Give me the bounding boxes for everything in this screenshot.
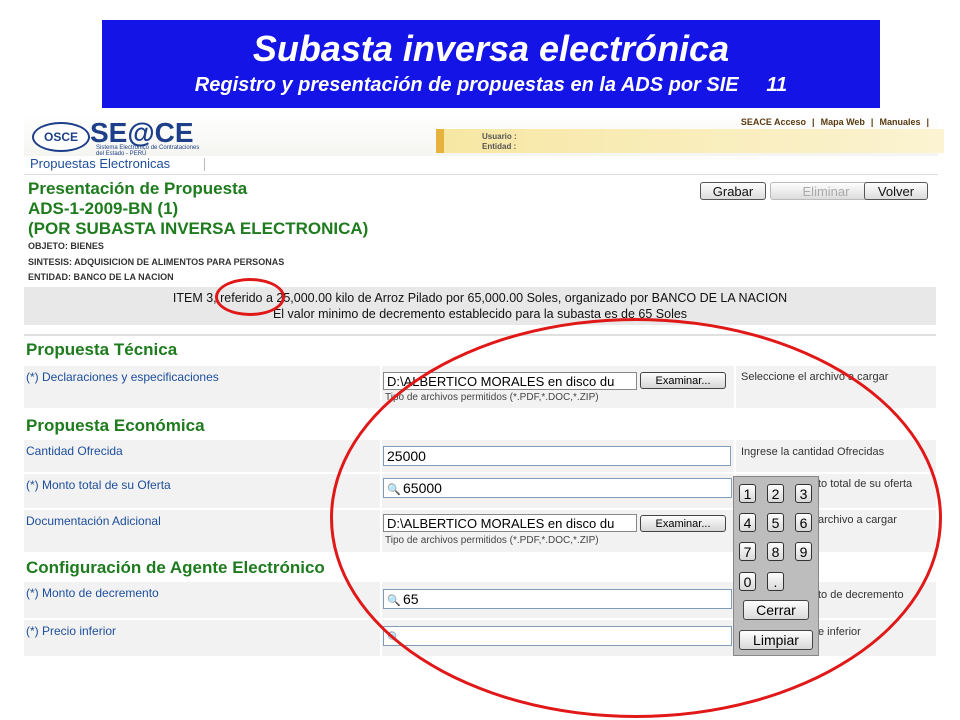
objeto-text: OBJETO: BIENES: [28, 241, 104, 251]
title-banner: Subasta inversa electrónica Registro y p…: [102, 20, 880, 108]
usuario-label: Usuario :: [482, 132, 517, 141]
page-title: Presentación de Propuesta: [28, 179, 248, 198]
tab-separator: [204, 158, 205, 171]
monto-oferta-label: (*) Monto total de su Oferta: [26, 478, 171, 492]
precio-inferior-label: (*) Precio inferior: [26, 624, 117, 638]
section-agente-electronico: Configuración de Agente Electrónico: [26, 558, 325, 577]
link-separator: |: [926, 117, 929, 127]
entidad-text: ENTIDAD: BANCO DE LA NACION: [28, 272, 174, 282]
link-manuales[interactable]: Manuales: [876, 117, 923, 127]
osce-logo-text: OSCE: [32, 122, 90, 152]
item-min-decrement: El valor minimo de decremento establecid…: [272, 307, 688, 321]
process-code: ADS-1-2009-BN (1): [28, 199, 179, 218]
save-button[interactable]: Grabar: [700, 182, 766, 200]
documentacion-label: Documentación Adicional: [26, 514, 161, 528]
annotation-circle-form: [330, 318, 942, 718]
section-propuesta-economica: Propuesta Económica: [26, 416, 205, 435]
banner-title: Subasta inversa electrónica: [252, 28, 730, 69]
item-description: ITEM 3, referido a 25,000.00 kilo de Arr…: [172, 291, 788, 305]
top-links: SEACE Acceso | Mapa Web | Manuales |: [738, 117, 932, 127]
tab-bar: Propuestas Electronicas: [24, 156, 938, 175]
section-divider: [24, 334, 936, 336]
app-header: OSCE SE@CE Sistema Electrónico de Contra…: [24, 115, 944, 157]
seace-logo-text: SE@CE: [90, 117, 194, 148]
item-info-box: ITEM 3, referido a 25,000.00 kilo de Arr…: [24, 287, 936, 325]
entidad-label: Entidad :: [482, 142, 517, 151]
process-type: (POR SUBASTA INVERSA ELECTRONICA): [28, 219, 369, 238]
annotation-circle-item: [215, 278, 285, 316]
link-mapa-web[interactable]: Mapa Web: [818, 117, 868, 127]
section-propuesta-tecnica: Propuesta Técnica: [26, 340, 178, 359]
link-separator: |: [812, 117, 815, 127]
monto-decremento-label: (*) Monto de decremento: [26, 586, 159, 600]
declaraciones-label: (*) Declaraciones y especificaciones: [26, 370, 219, 384]
seace-logo[interactable]: OSCE SE@CE Sistema Electrónico de Contra…: [32, 117, 272, 157]
link-seace-acceso[interactable]: SEACE Acceso: [738, 117, 809, 127]
cantidad-label: Cantidad Ofrecida: [26, 444, 123, 458]
sintesis-text: SINTESIS: ADQUISICION DE ALIMENTOS PARA …: [28, 257, 285, 267]
column-divider: [380, 366, 382, 408]
user-info-box: Usuario : Entidad :: [436, 129, 944, 153]
tab-propuestas-electronicas[interactable]: Propuestas Electronicas: [30, 156, 170, 171]
back-button[interactable]: Volver: [864, 182, 928, 200]
banner-subtitle: Registro y presentación de propuestas en…: [194, 74, 788, 96]
